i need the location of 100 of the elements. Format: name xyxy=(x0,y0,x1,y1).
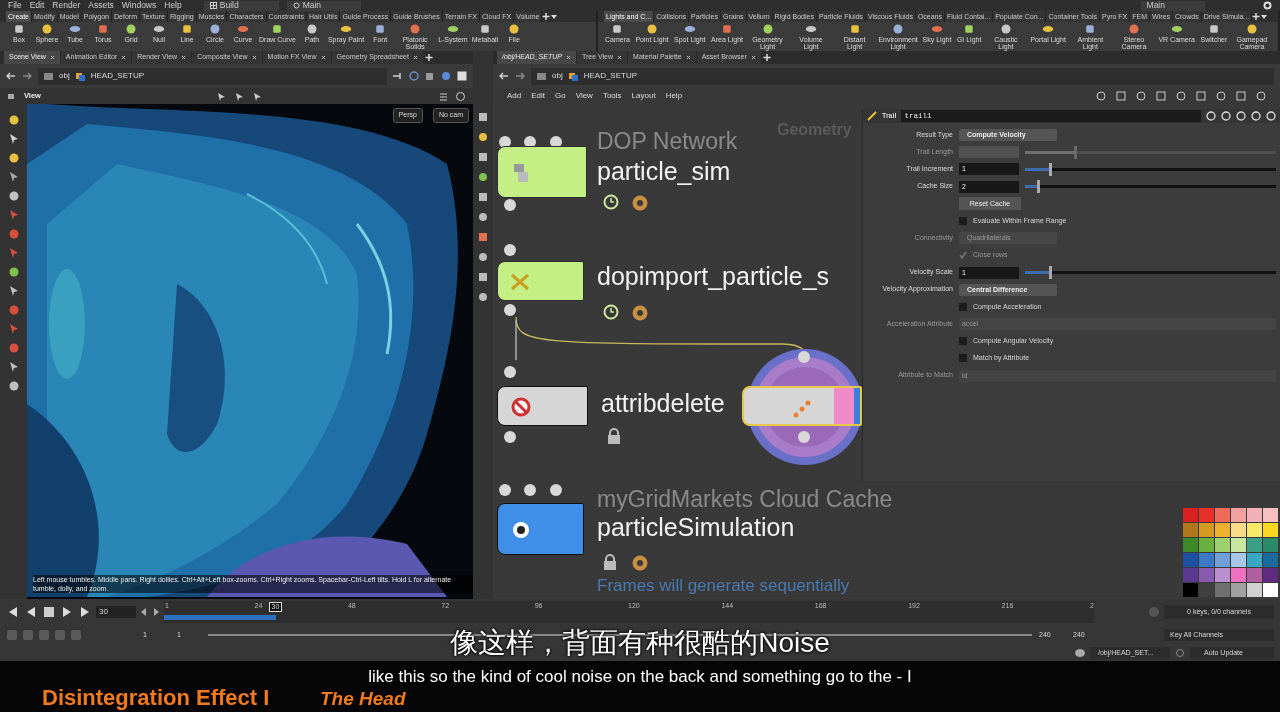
path-bar[interactable]: obj HEAD_SETUP xyxy=(38,67,387,85)
dot-icon[interactable] xyxy=(477,251,489,263)
square-icon[interactable] xyxy=(477,271,489,283)
input-connector[interactable] xyxy=(504,244,516,256)
path-segment[interactable]: HEAD_SETUP xyxy=(583,70,638,82)
menu-item[interactable]: Render xyxy=(52,0,81,12)
color-swatch[interactable] xyxy=(1183,538,1198,552)
color-swatch[interactable] xyxy=(1183,508,1198,522)
color-swatch[interactable] xyxy=(1263,538,1278,552)
node-tile[interactable] xyxy=(497,146,587,198)
color-swatch[interactable] xyxy=(1199,508,1214,522)
checkbox[interactable] xyxy=(959,302,967,311)
color-swatch[interactable] xyxy=(1199,523,1214,537)
color-swatch[interactable] xyxy=(1263,583,1278,597)
context-menu[interactable]: Main xyxy=(1140,0,1205,11)
add-icon[interactable] xyxy=(1252,11,1261,22)
color-swatch[interactable] xyxy=(1199,538,1214,552)
node-tile[interactable] xyxy=(497,261,584,301)
output-connector[interactable] xyxy=(504,304,516,316)
close-icon[interactable] xyxy=(49,55,55,60)
square-icon[interactable] xyxy=(477,231,489,243)
pointer-icon[interactable] xyxy=(7,361,20,373)
dot-icon[interactable] xyxy=(7,152,20,164)
color-swatch[interactable] xyxy=(1247,568,1262,582)
color-swatch[interactable] xyxy=(1183,583,1198,597)
dot-icon[interactable] xyxy=(477,211,489,223)
dot-icon[interactable] xyxy=(477,131,489,143)
path-segment[interactable]: HEAD_SETUP xyxy=(90,70,145,82)
close-icon[interactable] xyxy=(750,55,756,60)
close-icon[interactable] xyxy=(121,55,127,60)
output-connector[interactable] xyxy=(504,199,516,211)
pointer-icon[interactable] xyxy=(235,91,245,101)
pin-icon[interactable] xyxy=(393,72,403,80)
close-icon[interactable] xyxy=(181,55,187,60)
dot-icon[interactable] xyxy=(7,380,20,392)
pointer-icon[interactable] xyxy=(7,133,20,145)
menu-item[interactable]: Layout xyxy=(631,90,656,102)
dot-icon[interactable] xyxy=(7,228,20,240)
color-swatch[interactable] xyxy=(1247,538,1262,552)
menu-item[interactable]: Go xyxy=(555,90,566,102)
input-connector[interactable] xyxy=(524,484,536,496)
color-swatch[interactable] xyxy=(1215,508,1230,522)
forward-icon[interactable] xyxy=(515,72,525,80)
input-connector[interactable] xyxy=(499,136,511,148)
context-menu[interactable]: Main xyxy=(286,0,362,11)
color-swatch[interactable] xyxy=(1263,568,1278,582)
close-icon[interactable] xyxy=(412,55,418,60)
node-tile[interactable] xyxy=(497,503,584,555)
menu-item[interactable]: Windows xyxy=(121,0,157,12)
menu-item[interactable]: Add xyxy=(507,90,522,102)
color-swatch[interactable] xyxy=(1215,523,1230,537)
color-swatch[interactable] xyxy=(1231,538,1246,552)
checkbox[interactable] xyxy=(959,337,967,346)
close-icon[interactable] xyxy=(685,55,691,60)
color-swatch[interactable] xyxy=(1263,523,1278,537)
color-swatch[interactable] xyxy=(1247,523,1262,537)
color-swatch[interactable] xyxy=(1183,568,1198,582)
menu-item[interactable]: File xyxy=(8,0,22,12)
close-icon[interactable] xyxy=(565,55,571,60)
input-connector[interactable] xyxy=(504,366,516,378)
square-icon[interactable] xyxy=(477,111,489,123)
color-swatch[interactable] xyxy=(1215,538,1230,552)
back-icon[interactable] xyxy=(499,72,509,80)
path-segment[interactable]: obj xyxy=(552,70,563,82)
add-icon[interactable] xyxy=(423,51,434,64)
menu-item[interactable]: Edit xyxy=(531,90,546,102)
slider-handle[interactable] xyxy=(1049,266,1053,279)
dot-icon[interactable] xyxy=(7,114,20,126)
frame-field[interactable]: 30 xyxy=(96,606,136,618)
color-swatch[interactable] xyxy=(1263,508,1278,522)
chat-icon[interactable] xyxy=(1074,648,1086,658)
color-swatch[interactable] xyxy=(1199,568,1214,582)
checkbox[interactable] xyxy=(959,354,967,363)
color-swatch[interactable] xyxy=(1231,583,1246,597)
sphere-icon[interactable] xyxy=(441,71,451,81)
dot-icon[interactable] xyxy=(477,171,489,183)
stop-icon[interactable] xyxy=(42,606,56,618)
slider-handle[interactable] xyxy=(1036,180,1040,194)
menu-item[interactable]: Tools xyxy=(602,90,622,102)
color-swatch[interactable] xyxy=(1231,508,1246,522)
close-icon[interactable] xyxy=(320,55,326,60)
output-connector[interactable] xyxy=(504,431,516,443)
menu-item[interactable]: View xyxy=(575,90,593,102)
dot-icon[interactable] xyxy=(7,342,20,354)
color-swatch[interactable] xyxy=(1183,553,1198,567)
add-icon[interactable] xyxy=(542,11,551,22)
close-icon[interactable] xyxy=(251,55,257,60)
color-swatch[interactable] xyxy=(1231,553,1246,567)
back-icon[interactable] xyxy=(6,72,16,80)
path-segment[interactable]: obj xyxy=(59,70,70,82)
color-swatch[interactable] xyxy=(1247,583,1262,597)
dot-icon[interactable] xyxy=(7,190,20,202)
menu-item[interactable]: Edit xyxy=(29,0,45,12)
color-swatch[interactable] xyxy=(1199,553,1214,567)
color-swatch[interactable] xyxy=(1247,553,1262,567)
dot-icon[interactable] xyxy=(7,266,20,278)
color-swatch[interactable] xyxy=(1231,568,1246,582)
add-icon[interactable] xyxy=(761,51,772,64)
menu-item[interactable]: Help xyxy=(164,0,182,12)
path-bar[interactable]: obj HEAD_SETUP xyxy=(531,67,1274,85)
